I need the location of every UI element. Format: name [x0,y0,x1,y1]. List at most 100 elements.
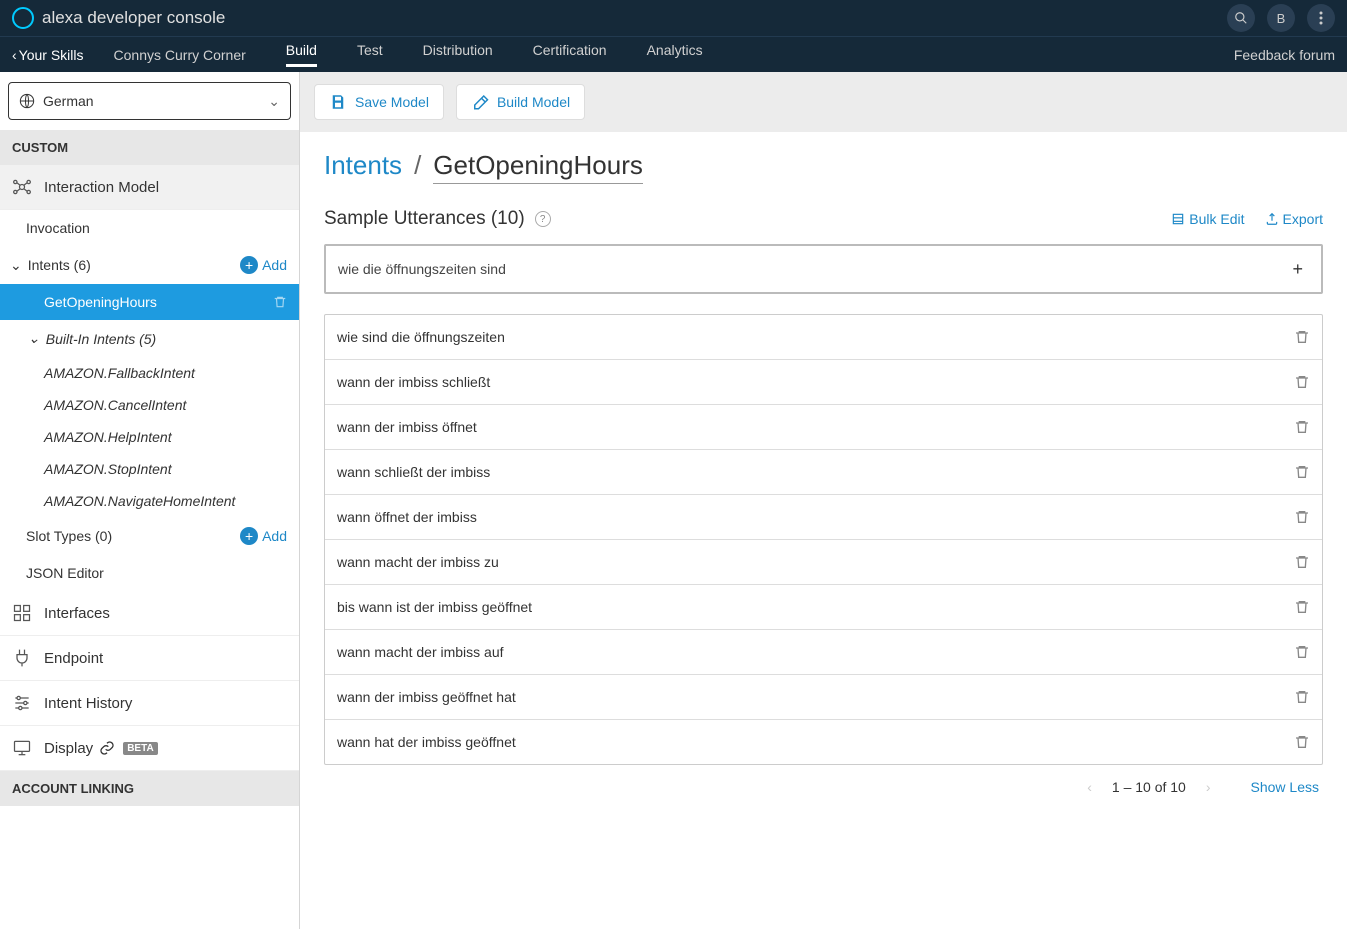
avatar[interactable]: B [1267,4,1295,32]
chevron-down-icon: ⌄ [10,257,22,274]
breadcrumb-intents[interactable]: Intents [324,150,402,181]
nav-label: Display [44,740,93,757]
page-next[interactable]: › [1202,779,1215,795]
trash-icon[interactable] [1294,374,1310,390]
page-info: 1 – 10 of 10 [1112,779,1186,795]
section-account-linking: ACCOUNT LINKING [0,771,299,806]
search-icon[interactable] [1227,4,1255,32]
tab-test[interactable]: Test [357,42,383,67]
builtin-intent[interactable]: AMAZON.StopIntent [0,453,299,485]
utterance-row: wann der imbiss schließt [325,360,1322,405]
trash-icon[interactable] [1294,644,1310,660]
utterance-text: wann hat der imbiss geöffnet [337,734,516,750]
add-utterance-button[interactable]: + [1286,259,1309,280]
nav-endpoint[interactable]: Endpoint [0,636,299,681]
builtin-intent[interactable]: AMAZON.CancelIntent [0,389,299,421]
utterance-text: wann macht der imbiss zu [337,554,499,570]
sidebar: German ⌄ CUSTOM Interaction Model Invoca… [0,72,300,929]
nav-label: JSON Editor [26,565,104,581]
breadcrumb-current: GetOpeningHours [433,150,643,184]
trash-icon[interactable] [1294,734,1310,750]
utterance-input-row: + [324,244,1323,294]
globe-icon [19,93,35,109]
builtin-intents-toggle[interactable]: ⌄ Built-In Intents (5) [0,320,299,357]
utterance-row: wann der imbiss geöffnet hat [325,675,1322,720]
nav-intents[interactable]: ⌄ Intents (6) + Add [0,246,299,284]
utterance-row: wie sind die öffnungszeiten [325,315,1322,360]
nav-interaction-model[interactable]: Interaction Model [0,165,299,210]
help-icon[interactable]: ? [535,211,551,227]
nav-intent-history[interactable]: Intent History [0,681,299,726]
utterance-text: wann der imbiss öffnet [337,419,477,435]
plus-icon: + [240,527,258,545]
nav-label: Interfaces [44,605,110,622]
console-title: alexa developer console [42,8,1227,28]
nav-invocation[interactable]: Invocation [0,210,299,246]
button-label: Build Model [497,94,570,110]
alexa-logo-icon [12,7,34,29]
tab-analytics[interactable]: Analytics [647,42,703,67]
trash-icon[interactable] [1294,464,1310,480]
tab-build[interactable]: Build [286,42,317,67]
pagination: ‹ 1 – 10 of 10 › Show Less [324,765,1323,809]
add-slot-type-button[interactable]: + Add [240,527,287,545]
bulk-edit-button[interactable]: Bulk Edit [1171,211,1244,227]
nav-json-editor[interactable]: JSON Editor [0,555,299,591]
utterance-text: wann der imbiss schließt [337,374,490,390]
utterance-row: wann schließt der imbiss [325,450,1322,495]
builtin-intent[interactable]: AMAZON.HelpIntent [0,421,299,453]
export-button[interactable]: Export [1265,211,1323,227]
back-label: Your Skills [19,47,84,63]
plug-icon [12,648,34,668]
language-select[interactable]: German ⌄ [8,82,291,120]
trash-icon[interactable] [273,295,287,309]
top-bar: alexa developer console B [0,0,1347,36]
tab-certification[interactable]: Certification [533,42,607,67]
link-icon [99,740,115,756]
build-model-button[interactable]: Build Model [456,84,585,120]
nav-interfaces[interactable]: Interfaces [0,591,299,636]
utterance-input[interactable] [338,261,1286,277]
trash-icon[interactable] [1294,689,1310,705]
skill-name[interactable]: Connys Curry Corner [114,47,246,63]
chevron-down-icon: ⌄ [28,330,40,347]
show-less-link[interactable]: Show Less [1251,779,1319,795]
plus-icon: + [240,256,258,274]
nav-display[interactable]: Display BETA [0,726,299,771]
nav-label: Interaction Model [44,179,159,196]
button-label: Save Model [355,94,429,110]
add-label: Add [262,528,287,544]
utterances-heading: Sample Utterances (10) [324,208,525,230]
nav-label: Intents (6) [28,257,91,273]
utterance-row: wann hat der imbiss geöffnet [325,720,1322,764]
builtin-intent[interactable]: AMAZON.FallbackIntent [0,357,299,389]
button-label: Bulk Edit [1189,211,1244,227]
nav-slot-types[interactable]: Slot Types (0) + Add [0,517,299,555]
add-intent-button[interactable]: + Add [240,256,287,274]
back-to-skills[interactable]: ‹ Your Skills [12,47,84,63]
utterance-row: bis wann ist der imbiss geöffnet [325,585,1322,630]
utterance-text: wann öffnet der imbiss [337,509,477,525]
grid-icon [12,603,34,623]
chevron-down-icon: ⌄ [268,93,280,110]
more-menu-icon[interactable] [1307,4,1335,32]
gear-network-icon [12,177,34,197]
display-icon [12,738,34,758]
trash-icon[interactable] [1294,509,1310,525]
builtin-intent[interactable]: AMAZON.NavigateHomeIntent [0,485,299,517]
button-label: Export [1283,211,1323,227]
model-toolbar: Save Model Build Model [300,72,1347,132]
nav-label: Intent History [44,695,132,712]
trash-icon[interactable] [1294,329,1310,345]
page-prev[interactable]: ‹ [1083,779,1096,795]
utterance-text: wann der imbiss geöffnet hat [337,689,516,705]
utterance-row: wann öffnet der imbiss [325,495,1322,540]
intent-selected[interactable]: GetOpeningHours [0,284,299,320]
save-model-button[interactable]: Save Model [314,84,444,120]
trash-icon[interactable] [1294,419,1310,435]
breadcrumb-sep: / [414,150,421,181]
trash-icon[interactable] [1294,599,1310,615]
trash-icon[interactable] [1294,554,1310,570]
tab-distribution[interactable]: Distribution [423,42,493,67]
feedback-link[interactable]: Feedback forum [1234,47,1335,63]
